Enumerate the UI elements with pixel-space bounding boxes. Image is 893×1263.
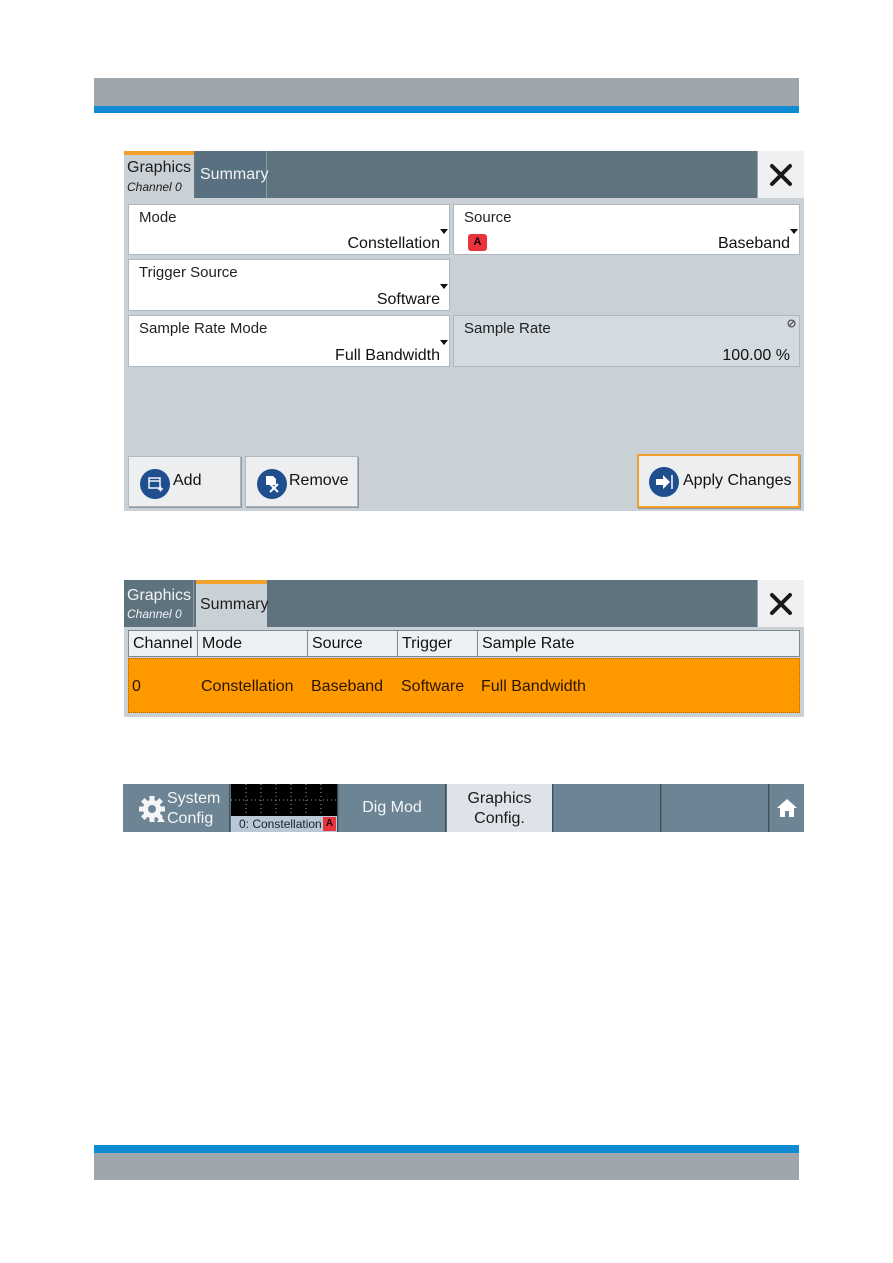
sample-rate-mode-value: Full Bandwidth — [335, 347, 440, 364]
close-button[interactable] — [757, 580, 804, 627]
table-row[interactable]: 0 Constellation Baseband Software Full B… — [128, 658, 800, 713]
cell-sample-rate: Full Bandwidth — [481, 678, 586, 695]
source-label: Source — [464, 209, 512, 226]
tab-label: Summary — [200, 596, 269, 613]
disabled-icon — [787, 319, 796, 328]
graphics-config-line1: Graphics — [467, 790, 532, 807]
page-footer-bar — [94, 1153, 799, 1180]
column-header-channel[interactable]: Channel — [128, 630, 198, 657]
source-value: Baseband — [717, 235, 790, 252]
tab-label: Summary — [200, 166, 269, 183]
remove-button[interactable]: Remove — [245, 456, 358, 507]
sample-rate-mode-label: Sample Rate Mode — [139, 320, 268, 337]
system-config-button[interactable]: System Config — [123, 784, 230, 832]
system-config-line2: Config — [167, 810, 214, 827]
trigger-source-label: Trigger Source — [139, 264, 238, 281]
dropdown-arrow-icon — [790, 229, 798, 234]
arrow-right-icon — [649, 467, 679, 497]
home-button[interactable] — [770, 784, 804, 832]
close-x-icon — [770, 592, 792, 615]
trigger-source-value: Software — [376, 291, 440, 308]
graphics-config-line2: Config. — [474, 810, 525, 827]
source-dropdown[interactable]: Source A Baseband — [453, 204, 800, 255]
graphics-thumbnail-label: 0: Constellation — [239, 817, 322, 831]
page-footer-accent — [94, 1145, 799, 1153]
taskbar: System Config 0: Constellation A Dig Mod… — [123, 784, 804, 832]
page-header-accent — [94, 106, 799, 113]
graphics-thumbnail-caption: 0: Constellation A — [231, 816, 337, 832]
dig-mod-label: Dig Mod — [362, 799, 422, 816]
tab-label: Graphics — [127, 159, 192, 176]
remove-document-icon — [257, 469, 287, 499]
add-window-icon — [140, 469, 170, 499]
apply-changes-label: Apply Changes — [683, 472, 792, 489]
remove-button-label: Remove — [289, 472, 349, 489]
system-config-line1: System — [167, 790, 221, 807]
graphics-summary-dialog: Graphics Channel 0 Summary Channel Mode … — [124, 580, 804, 717]
page-header-bar — [94, 78, 799, 106]
graphics-thumbnail-button[interactable]: 0: Constellation A — [231, 784, 338, 832]
graphics-config-button[interactable]: Graphics Config. — [447, 784, 553, 832]
mode-dropdown[interactable]: Mode Constellation — [128, 204, 450, 255]
cell-source: Baseband — [311, 678, 384, 695]
column-header-sample-rate[interactable]: Sample Rate — [477, 630, 800, 657]
taskbar-empty-slot-1[interactable] — [554, 784, 661, 832]
sample-rate-value: 100.00 % — [722, 347, 790, 364]
tab-sublabel: Channel 0 — [127, 607, 182, 621]
cell-mode: Constellation — [201, 678, 294, 695]
taskbar-empty-slot-2[interactable] — [662, 784, 769, 832]
mode-value: Constellation — [347, 235, 441, 252]
close-x-icon — [770, 163, 792, 186]
baseband-a-badge: A — [468, 234, 487, 251]
tab-summary[interactable]: Summary — [196, 151, 269, 198]
cell-channel: 0 — [132, 678, 141, 695]
sample-rate-mode-dropdown[interactable]: Sample Rate Mode Full Bandwidth — [128, 315, 450, 367]
column-header-trigger[interactable]: Trigger — [397, 630, 478, 657]
dropdown-arrow-icon — [440, 229, 448, 234]
dialog-tab-bar: Graphics Channel 0 Summary — [124, 151, 804, 198]
constellation-grid-icon — [231, 784, 336, 816]
dropdown-arrow-icon — [440, 284, 448, 289]
add-button-label: Add — [173, 472, 202, 489]
tab-label: Graphics — [127, 587, 192, 604]
close-button[interactable] — [757, 151, 804, 198]
home-icon — [777, 799, 797, 817]
tab-summary[interactable]: Summary — [196, 580, 269, 627]
tab-graphics-channel-0[interactable]: Graphics Channel 0 — [124, 151, 194, 198]
add-button[interactable]: Add — [128, 456, 241, 507]
graphics-config-dialog: Graphics Channel 0 Summary Mode Constell… — [124, 151, 804, 511]
trigger-source-dropdown[interactable]: Trigger Source Software — [128, 259, 450, 311]
sample-rate-label: Sample Rate — [464, 320, 551, 337]
tab-sublabel: Channel 0 — [127, 180, 182, 194]
column-header-mode[interactable]: Mode — [197, 630, 308, 657]
baseband-a-badge: A — [323, 817, 336, 831]
apply-changes-button[interactable]: Apply Changes — [637, 454, 800, 508]
sample-rate-field: Sample Rate 100.00 % — [453, 315, 800, 367]
dig-mod-button[interactable]: Dig Mod — [339, 784, 446, 832]
gear-icon — [139, 796, 165, 822]
tab-graphics-channel-0[interactable]: Graphics Channel 0 — [124, 580, 194, 627]
dialog-tab-bar: Graphics Channel 0 Summary — [124, 580, 804, 627]
column-header-source[interactable]: Source — [307, 630, 398, 657]
summary-table: Channel Mode Source Trigger Sample Rate … — [128, 630, 800, 715]
mode-label: Mode — [139, 209, 177, 226]
cell-trigger: Software — [401, 678, 465, 695]
dropdown-arrow-icon — [440, 340, 448, 345]
